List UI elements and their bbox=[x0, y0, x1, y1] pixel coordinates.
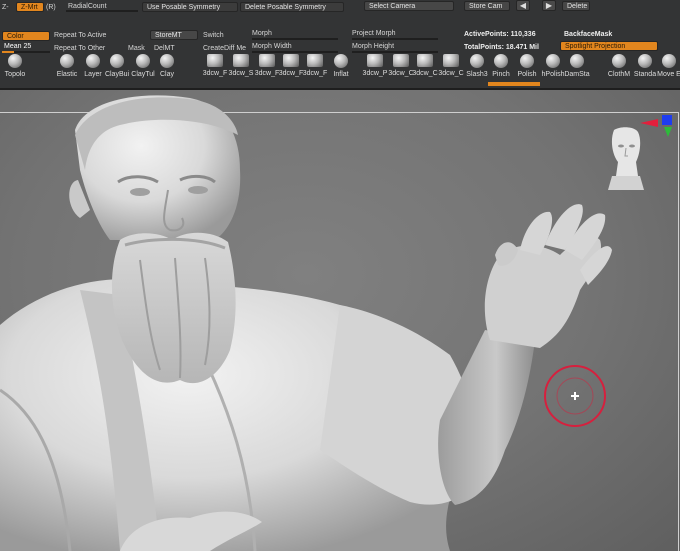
delete-camera-button[interactable]: Delete bbox=[562, 1, 590, 11]
active-brush-indicator bbox=[488, 82, 540, 86]
del-mt-button[interactable]: DelMT bbox=[154, 44, 175, 53]
use-posable-symmetry-button[interactable]: Use Posable Symmetry bbox=[142, 2, 238, 12]
standard-brush-icon bbox=[638, 54, 652, 68]
sculpt-model[interactable] bbox=[0, 90, 680, 551]
select-camera-button[interactable]: Select Camera bbox=[364, 1, 454, 11]
claybuildup-brush-icon bbox=[110, 54, 124, 68]
fabric-brush-icon bbox=[259, 54, 275, 67]
rgb-label[interactable]: (R) bbox=[46, 3, 56, 12]
brush-label: Inflat bbox=[333, 71, 349, 78]
clay-brush-icon bbox=[160, 54, 174, 68]
repeat-to-active-button[interactable]: Repeat To Active bbox=[54, 31, 106, 40]
brush-topolo[interactable]: Topolo bbox=[0, 54, 30, 79]
brush-clay[interactable]: Clay bbox=[152, 54, 182, 79]
canvas-viewport[interactable] bbox=[0, 90, 680, 551]
mean-slider[interactable]: Mean 25 bbox=[2, 43, 50, 53]
fabric-brush-icon bbox=[393, 54, 409, 67]
fabric-brush-icon bbox=[443, 54, 459, 67]
store-cam-button[interactable]: Store Cam bbox=[464, 1, 510, 11]
fabric-brush-icon bbox=[207, 54, 223, 67]
fabric-brush-icon bbox=[283, 54, 299, 67]
radial-count-slider[interactable]: RadialCount bbox=[66, 2, 138, 12]
mean-label: Mean 25 bbox=[4, 43, 32, 50]
slash-brush-icon bbox=[470, 54, 484, 68]
zadd-label[interactable]: Z- bbox=[2, 3, 9, 12]
next-camera-button[interactable]: ▶ bbox=[542, 0, 556, 11]
backface-mask-button[interactable]: BackfaceMask bbox=[564, 30, 612, 39]
fabric-brush-icon bbox=[307, 54, 323, 67]
morph-width-slider[interactable]: Morph Width bbox=[252, 43, 338, 53]
project-morph-label: Project Morph bbox=[352, 30, 396, 37]
morph-slider[interactable]: Morph bbox=[252, 30, 338, 40]
spotlight-projection-button[interactable]: Spotlight Projection bbox=[560, 41, 658, 51]
topology-brush-icon bbox=[8, 54, 22, 68]
cloth-brush-icon bbox=[612, 54, 626, 68]
mean-slider-fill bbox=[2, 51, 14, 53]
brush-label: DamSta bbox=[564, 71, 590, 78]
brush-inflat[interactable]: Inflat bbox=[326, 54, 356, 79]
total-points-readout: TotalPoints: 18.471 Mil bbox=[464, 44, 539, 51]
brush-damsta[interactable]: DamSta bbox=[562, 54, 592, 79]
inflate-brush-icon bbox=[334, 54, 348, 68]
hpolish-brush-icon bbox=[546, 54, 560, 68]
brush-move-e[interactable]: Move E bbox=[654, 54, 680, 79]
brush-cursor-icon bbox=[544, 365, 606, 427]
fabric-brush-icon bbox=[367, 54, 383, 67]
elastic-brush-icon bbox=[60, 54, 74, 68]
prev-camera-button[interactable]: ◀ bbox=[516, 0, 530, 11]
delete-posable-symmetry-button[interactable]: Delete Posable Symmetry bbox=[240, 2, 344, 12]
active-points-readout: ActivePoints: 110,336 bbox=[464, 31, 536, 38]
morph-label: Morph bbox=[252, 30, 272, 37]
layer-brush-icon bbox=[86, 54, 100, 68]
morph-width-label: Morph Width bbox=[252, 43, 292, 50]
slider-track bbox=[252, 51, 338, 53]
store-mt-button[interactable]: StoreMT bbox=[150, 30, 198, 40]
move-brush-icon bbox=[662, 54, 676, 68]
fabric-brush-icon bbox=[417, 54, 433, 67]
axis-indicator-icon bbox=[640, 115, 672, 137]
project-morph-slider[interactable]: Project Morph bbox=[352, 30, 438, 40]
create-diff-mesh-button[interactable]: CreateDiff Me bbox=[203, 44, 246, 53]
color-button[interactable]: Color bbox=[2, 31, 50, 41]
brush-label: Clay bbox=[159, 71, 174, 78]
pinch-brush-icon bbox=[494, 54, 508, 68]
brush-label: Move E bbox=[657, 71, 680, 78]
slider-track bbox=[352, 38, 438, 40]
tool-shelf: Z- Z-Mrt (R) RadialCount Use Posable Sym… bbox=[0, 0, 680, 90]
claytubes-brush-icon bbox=[136, 54, 150, 68]
fabric-brush-icon bbox=[233, 54, 249, 67]
morph-height-label: Morph Height bbox=[352, 43, 395, 50]
slider-track bbox=[66, 10, 138, 12]
zsub-button[interactable]: Z-Mrt bbox=[16, 2, 44, 12]
brush-label: Topolo bbox=[4, 71, 26, 78]
slider-track bbox=[352, 51, 438, 53]
mask-button[interactable]: Mask bbox=[128, 44, 145, 53]
polish-brush-icon bbox=[520, 54, 534, 68]
switch-button[interactable]: Switch bbox=[203, 31, 224, 40]
damstandard-brush-icon bbox=[570, 54, 584, 68]
repeat-to-other-button[interactable]: Repeat To Other bbox=[54, 44, 105, 53]
slider-track bbox=[252, 38, 338, 40]
morph-height-slider[interactable]: Morph Height bbox=[352, 43, 438, 53]
